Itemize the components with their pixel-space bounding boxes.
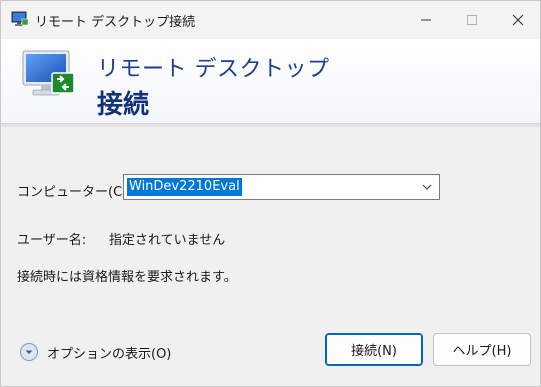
chevron-down-icon[interactable] (421, 181, 433, 193)
maximize-button[interactable] (449, 1, 495, 39)
remote-desktop-window: リモート デスクトップ接続 リモート デスクトップ 接続 コンピューター(C):… (0, 0, 541, 387)
banner-title: リモート デスクトップ (97, 57, 330, 82)
window-title: リモート デスクトップ接続 (35, 15, 196, 30)
maximize-icon (467, 15, 477, 25)
help-button[interactable]: ヘルプ(H) (433, 333, 531, 366)
show-options-label[interactable]: オプションの表示(O) (47, 343, 171, 362)
title-bar[interactable]: リモート デスクトップ接続 (1, 1, 540, 39)
credentials-info-text: 接続時には資格情報を要求されます。 (17, 270, 237, 285)
header-banner: リモート デスクトップ 接続 (1, 39, 540, 123)
close-icon (512, 14, 524, 26)
minimize-icon (421, 19, 431, 21)
connect-button[interactable]: 接続(N) (325, 333, 423, 366)
computer-label: コンピューター(C): (17, 185, 132, 200)
banner-subtitle: 接続 (97, 90, 150, 120)
remote-desktop-icon (11, 11, 29, 26)
chevron-down-circle-icon (20, 343, 38, 361)
close-button[interactable] (495, 1, 541, 39)
remote-desktop-monitor-icon (22, 50, 75, 96)
minimize-button[interactable] (403, 1, 449, 39)
username-value: 指定されていません (109, 233, 226, 248)
computer-combobox[interactable]: WinDev2210Eval (123, 174, 440, 200)
show-options-button[interactable]: オプションの表示(O) (19, 342, 171, 362)
computer-input-value[interactable]: WinDev2210Eval (127, 178, 242, 196)
username-label: ユーザー名: (17, 233, 87, 248)
banner-divider (1, 123, 540, 127)
